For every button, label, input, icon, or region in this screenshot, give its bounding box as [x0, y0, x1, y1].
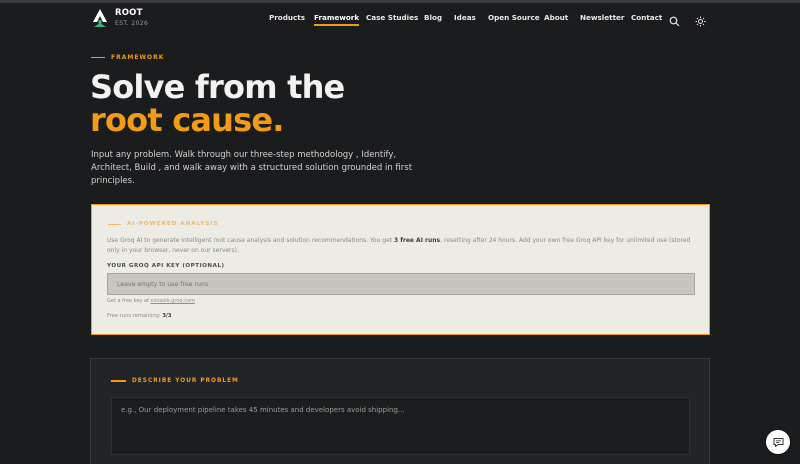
page-title-line1: Solve from the	[90, 68, 345, 106]
ai-panel-description: Use Groq AI to generate intelligent root…	[107, 236, 697, 255]
ai-desc-bold: 3 free AI runs	[393, 237, 441, 244]
hero-description: Input any problem. Walk through our thre…	[91, 150, 413, 186]
api-key-input[interactable]	[107, 273, 695, 295]
describe-problem-eyebrow-text: DESCRIBE YOUR PROBLEM	[132, 378, 239, 384]
ai-analysis-panel: AI-POWERED ANALYSIS Use Groq AI to gener…	[91, 204, 710, 335]
logo[interactable]: ROOT EST. 2026	[91, 8, 148, 28]
ai-desc-text-1: Use Groq AI to generate intelligent root…	[107, 237, 394, 244]
free-runs-status: Free runs remaining: 3/3	[107, 313, 171, 319]
eyebrow-line	[91, 56, 105, 59]
nav-framework-label: Framework	[314, 13, 360, 22]
nav-contact[interactable]: Contact	[631, 13, 662, 22]
nav-products[interactable]: Products	[269, 13, 305, 22]
eyebrow-line	[111, 380, 126, 382]
ai-panel-eyebrow: AI-POWERED ANALYSIS	[108, 221, 219, 227]
eyebrow-text: FRAMEWORK	[111, 54, 165, 61]
nav-active-underline	[314, 24, 360, 26]
nav-about[interactable]: About	[544, 13, 568, 22]
groq-console-link[interactable]: console.groq.com	[151, 298, 195, 304]
api-key-hint: Get a free key at console.groq.com	[107, 298, 195, 304]
api-key-hint-prefix: Get a free key at	[107, 298, 151, 304]
problem-textarea[interactable]: e.g., Our deployment pipeline takes 45 m…	[111, 397, 690, 455]
root-logo-icon	[91, 8, 109, 28]
describe-problem-panel: DESCRIBE YOUR PROBLEM e.g., Our deployme…	[90, 358, 710, 464]
brand-name: ROOT	[115, 8, 143, 19]
ai-panel-eyebrow-text: AI-POWERED ANALYSIS	[127, 221, 219, 227]
api-key-label: YOUR GROQ API KEY (OPTIONAL)	[107, 263, 225, 269]
search-icon[interactable]	[669, 12, 680, 27]
hero-eyebrow: FRAMEWORK	[91, 54, 164, 61]
page-title: Solve from the root cause.	[90, 68, 345, 139]
sun-icon[interactable]	[695, 12, 706, 27]
nav-newsletter[interactable]: Newsletter	[580, 13, 624, 22]
problem-textarea-placeholder: e.g., Our deployment pipeline takes 45 m…	[121, 406, 405, 414]
page-title-line2: root cause.	[90, 101, 284, 139]
chat-button[interactable]	[766, 430, 790, 454]
free-runs-label: Free runs remaining:	[107, 313, 163, 319]
describe-problem-eyebrow: DESCRIBE YOUR PROBLEM	[111, 378, 239, 384]
nav-blog[interactable]: Blog	[424, 13, 442, 22]
nav-ideas[interactable]: Ideas	[454, 13, 476, 22]
nav-framework[interactable]: Framework	[314, 13, 360, 26]
nav-open-source[interactable]: Open Source	[488, 13, 540, 22]
chat-icon	[773, 433, 784, 452]
site-header: ROOT EST. 2026 Products Framework Case S…	[0, 3, 800, 37]
brand-established: EST. 2026	[115, 19, 149, 27]
free-runs-value: 3/3	[162, 313, 172, 319]
eyebrow-line	[108, 223, 121, 225]
nav-case-studies[interactable]: Case Studies	[366, 13, 418, 22]
